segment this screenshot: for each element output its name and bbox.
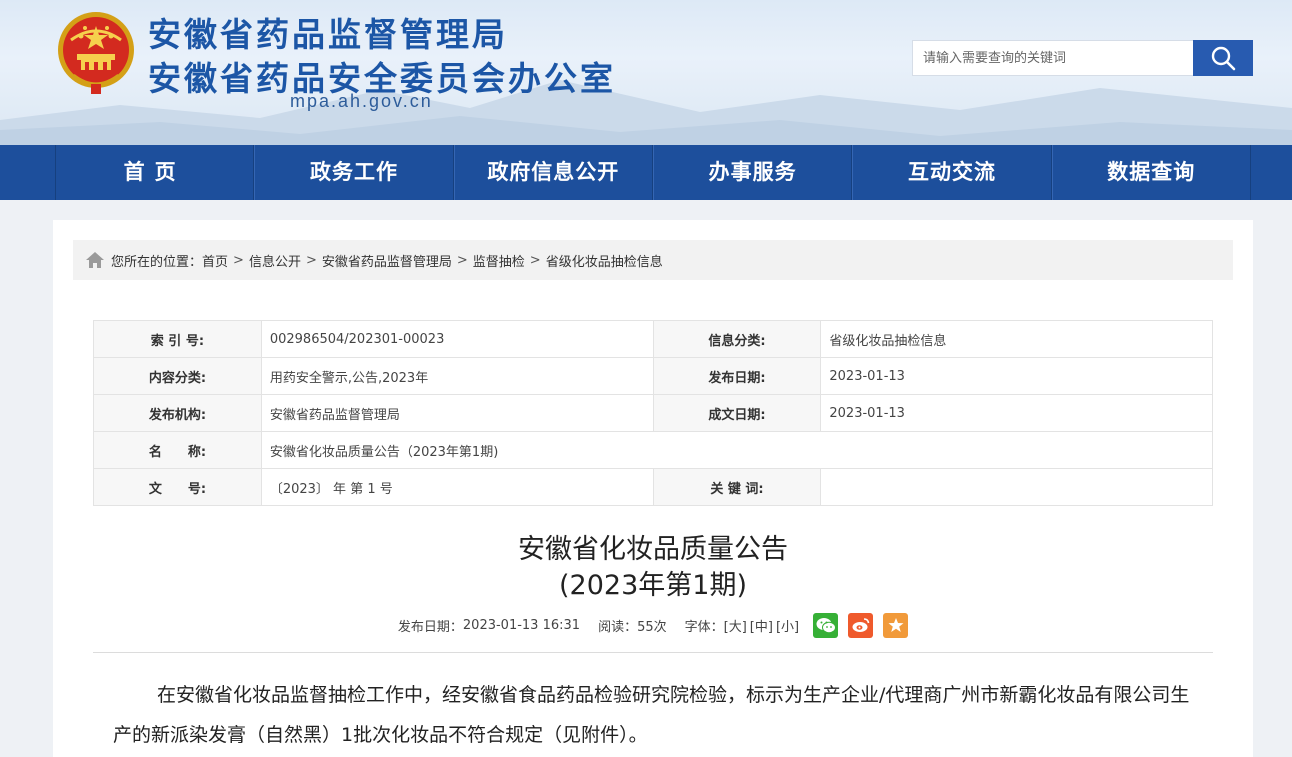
publish-time-value: 2023-01-13 16:31 [462,617,581,633]
nav-item-data-query[interactable]: 数据查询 [1051,145,1251,200]
keywords-value [820,468,1213,506]
breadcrumb-separator: > [305,252,317,268]
reads-count: 55次 [637,619,667,635]
name-label: 名 称: [93,431,262,469]
search-icon [1211,46,1236,71]
issuer-value: 安徽省药品监督管理局 [260,394,654,432]
table-row: 发布机构: 安徽省药品监督管理局 成文日期: 2023-01-13 [93,394,1213,432]
national-emblem-logo[interactable] [55,10,137,96]
table-row: 内容分类: 用药安全警示,公告,2023年 发布日期: 2023-01-13 [93,357,1213,395]
main-navigation: 首页 政务工作 政府信息公开 办事服务 互动交流 数据查询 [0,145,1292,200]
breadcrumb-separator: > [233,252,244,268]
font-size-label: 字体： [684,619,724,635]
favorite-button[interactable] [883,612,909,638]
breadcrumb-cosmetics-info[interactable]: 省级化妆品抽检信息 [546,251,663,270]
nav-item-information-disclosure[interactable]: 政府信息公开 [453,145,653,200]
nav-item-interaction[interactable]: 互动交流 [852,145,1052,200]
font-small-button[interactable]: [小] [776,616,799,635]
weibo-icon [852,618,869,632]
breadcrumb-separator: > [456,252,468,268]
divider [93,652,1213,653]
written-date-value: 2023-01-13 [820,394,1213,432]
article-subtitle: (2023年第1期) [559,570,747,601]
breadcrumb-prefix: 您所在的位置： [111,254,203,270]
breadcrumb-separator: > [529,252,541,268]
breadcrumb-info-disclosure[interactable]: 信息公开 [249,251,301,270]
publish-time-label: 发布日期： [397,619,463,635]
nav-item-home[interactable]: 首页 [55,145,255,200]
category-value: 省级化妆品抽检信息 [820,320,1213,358]
site-header: 安徽省药品监督管理局 安徽省药品安全委员会办公室 mpa.ah.gov.cn [0,0,1292,145]
home-icon [86,252,104,268]
table-row: 索 引 号: 002986504/202301-00023 信息分类: 省级化妆… [93,320,1213,358]
breadcrumb-home[interactable]: 首页 [202,251,228,270]
search-field[interactable] [912,40,1193,76]
index-value: 002986504/202301-00023 [260,320,654,358]
share-weibo-button[interactable] [848,612,874,638]
content-panel: 您所在的位置： 首页 > 信息公开 > 安徽省药品监督管理局 > 监督抽检 > … [53,220,1253,757]
doc-number-value: 〔2023〕 年 第 1 号 [260,468,654,506]
search-input[interactable] [913,41,1193,75]
table-row: 名 称: 安徽省化妆品质量公告（2023年第1期) [93,431,1214,469]
content-type-value: 用药安全警示,公告,2023年 [260,357,654,395]
publish-date-label: 发布日期: [652,357,822,395]
article-info-bar: 发布日期： 2023-01-13 16:31 阅读： 55次 字体： [大] [… [53,612,1253,638]
document-metadata-table: 索 引 号: 002986504/202301-00023 信息分类: 省级化妆… [93,320,1214,506]
article-body: 在安徽省化妆品监督抽检工作中，经安徽省食品药品检验研究院检验，标示为生产企业/代… [113,684,1190,746]
breadcrumb: 您所在的位置： 首页 > 信息公开 > 安徽省药品监督管理局 > 监督抽检 > … [73,240,1233,280]
issuer-label: 发布机构: [93,394,262,432]
font-large-button[interactable]: [大] [724,616,747,635]
nav-item-government-affairs[interactable]: 政务工作 [254,145,454,200]
keywords-label: 关 键 词: [652,468,822,506]
font-medium-button[interactable]: [中] [750,616,773,635]
star-icon [888,618,904,632]
breadcrumb-sampling[interactable]: 监督抽检 [473,251,525,270]
content-type-label: 内容分类: [93,357,262,395]
doc-number-label: 文 号: [93,468,262,506]
written-date-label: 成文日期: [652,394,822,432]
index-label: 索 引 号: [93,320,262,358]
share-wechat-button[interactable] [813,612,839,638]
search-button[interactable] [1193,40,1253,76]
reads-label: 阅读： [598,619,638,635]
name-value: 安徽省化妆品质量公告（2023年第1期) [260,431,1214,469]
category-label: 信息分类: [652,320,822,358]
site-domain: mpa.ah.gov.cn [290,91,433,111]
site-title-primary: 安徽省药品监督管理局 [148,15,508,54]
wechat-icon [816,617,836,633]
table-row: 文 号: 〔2023〕 年 第 1 号 关 键 词: [93,468,1213,506]
article-title: 安徽省化妆品质量公告 [518,534,788,565]
nav-item-services[interactable]: 办事服务 [652,145,853,200]
publish-date-value: 2023-01-13 [820,357,1213,395]
breadcrumb-bureau[interactable]: 安徽省药品监督管理局 [322,251,452,270]
